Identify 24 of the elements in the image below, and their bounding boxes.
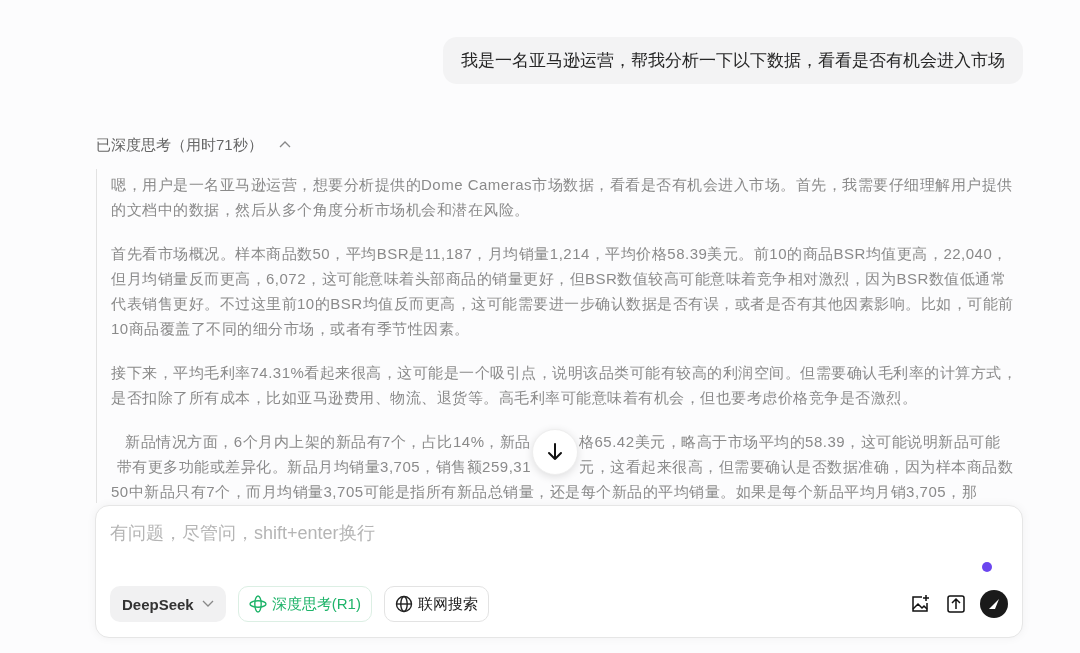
file-upload-button[interactable]	[944, 592, 968, 616]
model-selector[interactable]: DeepSeek	[110, 586, 226, 622]
send-button[interactable]	[980, 590, 1008, 618]
thinking-toggle[interactable]: 已深度思考（用时71秒）	[96, 136, 291, 155]
scroll-down-button[interactable]	[532, 429, 578, 475]
atom-icon	[248, 595, 267, 613]
globe-icon	[394, 595, 413, 613]
thinking-paragraph: 首先看市场概况。样本商品数50，平均BSR是11,187，月均销量1,214，平均价格58.39美元。前10的商品BSR均值更高，22,040，但月均销量反而更高，6,072，这可能意味着头部商品的销量更好，但BSR数值较高可能意味着竞争相对激烈，因为BSR数值低通常代表销售更好。不过这里前10的BSR均值反而更高，这可能需要进一步确认数据是否有误，或者是否有其他因素影响。比如，可能前10商品覆盖了不同的细分市场，或者有季节性因素。	[111, 244, 1015, 339]
thinking-paragraph: 接下来，平均毛利率74.31%看起来很高，这可能是一个吸引点，说明该品类可能有较高的利润空间。但需要确认毛利率的计算方式，是否扣除了所有成本，比如亚马逊费用、物流、退货等。高毛利率可能意味着有机会，但也要考虑价格竞争是否激烈。	[111, 363, 1019, 408]
upload-icon	[946, 594, 966, 614]
thinking-text: 带有更多功能或差异化。新品月均销量3,705，销售额259,31	[115, 457, 531, 477]
chevron-down-icon	[201, 600, 214, 608]
image-add-icon	[910, 594, 930, 614]
thinking-text: 格65.42美元，略高于市场平均的58.39，这可能说明新品可能	[579, 432, 1001, 452]
status-dot-icon	[982, 562, 992, 572]
thinking-paragraph: 嗯，用户是一名亚马逊运营，想要分析提供的Dome Cameras市场数据，看看是否有机会进入市场。首先，我需要仔细理解用户提供的文档中的数据，然后从多个角度分析市场机会和潜在风险。	[111, 175, 1014, 220]
thinking-text: 新品情况方面，6个月内上架的新品有7个，占比14%，新品	[124, 432, 531, 452]
thinking-text: 50中新品只有7个，而月均销量3,705可能是指所有新品总销量，还是每个新品的平均销量。如果是每个新品平均月销3,705，那	[111, 482, 978, 502]
down-arrow-icon	[547, 443, 563, 461]
thinking-text: 元，这看起来很高，但需要确认是否数据准确，因为样本商品数	[579, 457, 1013, 477]
prompt-input[interactable]: 有问题，尽管问，shift+enter换行	[110, 520, 1008, 546]
caret-icon	[278, 139, 291, 148]
user-message: 我是一名亚马逊运营，帮我分析一下以下数据，看看是否有机会进入市场	[443, 37, 1023, 84]
web-search-toggle[interactable]: 联网搜索	[383, 586, 489, 622]
